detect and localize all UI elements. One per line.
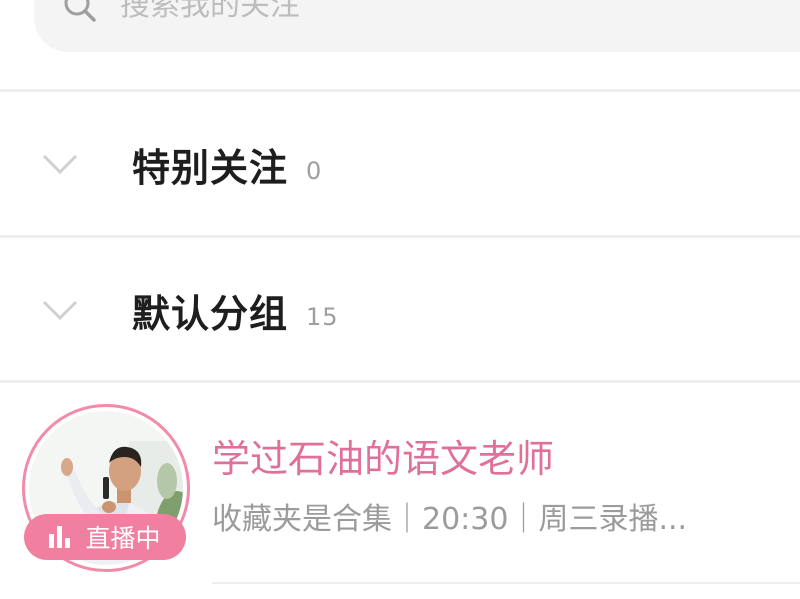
search-input[interactable] (120, 0, 720, 26)
group-name: 默认分组 (132, 291, 289, 336)
following-list-item[interactable]: 直播中 学过石油的语文老师 收藏夹是合集｜20:30｜周三录播... (0, 382, 800, 599)
live-bars-icon (49, 526, 73, 548)
group-row-default[interactable]: 默认分组 15 (0, 238, 800, 382)
group-name: 特别关注 (132, 145, 289, 190)
group-title: 特别关注 0 (132, 137, 322, 192)
live-badge[interactable]: 直播中 (24, 514, 186, 560)
group-row-special[interactable]: 特别关注 0 (0, 92, 800, 236)
group-count: 0 (306, 156, 323, 185)
user-name[interactable]: 学过石油的语文老师 (212, 428, 554, 483)
search-icon (60, 0, 100, 26)
live-badge-label: 直播中 (85, 524, 161, 553)
group-count: 15 (306, 302, 339, 331)
chevron-down-icon[interactable] (40, 298, 80, 322)
group-title: 默认分组 15 (132, 283, 339, 338)
chevron-down-icon[interactable] (40, 152, 80, 176)
user-description: 收藏夹是合集｜20:30｜周三录播... (212, 502, 688, 537)
following-page: 特别关注 0 默认分组 15 (0, 0, 800, 599)
item-divider (212, 582, 800, 584)
search-bar[interactable] (34, 0, 800, 52)
